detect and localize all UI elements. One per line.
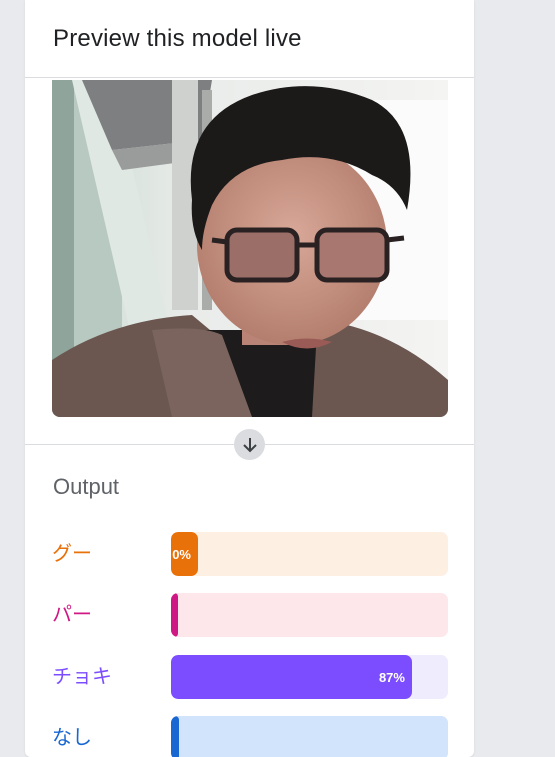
output-row-3: なし: [25, 716, 474, 757]
class-label: なし: [52, 727, 92, 749]
preview-panel: Preview this model live Output グー 0% パー …: [25, 0, 474, 757]
webcam-preview: [52, 80, 448, 417]
class-label: グー: [52, 543, 92, 565]
confidence-track: [171, 593, 448, 637]
output-row-1: パー: [25, 593, 474, 637]
panel-title: Preview this model live: [53, 24, 302, 52]
confidence-bar: 0%: [171, 532, 198, 576]
output-row-0: グー 0%: [25, 532, 474, 576]
webcam-image: [52, 80, 448, 417]
class-label: チョキ: [52, 666, 112, 688]
confidence-track: 87%: [171, 655, 448, 699]
output-title: Output: [53, 474, 120, 499]
panel-header: Preview this model live: [25, 0, 474, 78]
confidence-value: 87%: [378, 669, 405, 685]
arrow-down-icon: [234, 429, 265, 460]
confidence-track: 0%: [171, 532, 448, 576]
confidence-value: 0%: [172, 546, 191, 562]
class-label: パー: [52, 604, 92, 626]
confidence-bar: [171, 716, 179, 757]
confidence-bar: [171, 593, 178, 637]
output-row-2: チョキ 87%: [25, 655, 474, 699]
confidence-track: [171, 716, 448, 757]
confidence-bar: 87%: [171, 655, 412, 699]
